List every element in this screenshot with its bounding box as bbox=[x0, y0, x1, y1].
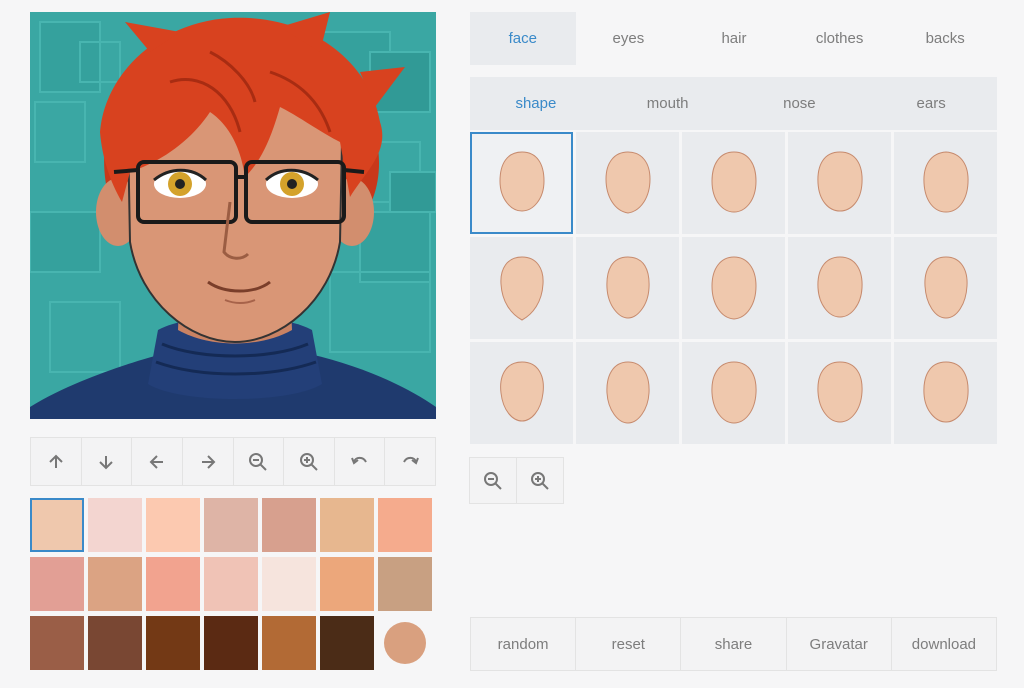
face-shape-icon bbox=[710, 151, 757, 213]
rotate-right-button[interactable] bbox=[385, 438, 435, 485]
skin-swatch[interactable] bbox=[320, 498, 374, 552]
face-shape-option[interactable] bbox=[576, 342, 679, 444]
arrow-left-icon bbox=[149, 454, 164, 469]
zoom-out-icon bbox=[484, 471, 502, 490]
grid-zoom-in-button[interactable] bbox=[516, 457, 564, 504]
face-shape-icon bbox=[499, 256, 544, 321]
skin-swatch[interactable] bbox=[146, 616, 200, 670]
face-shape-option[interactable] bbox=[788, 237, 891, 339]
face-shape-option[interactable] bbox=[788, 342, 891, 444]
subtab-mouth[interactable]: mouth bbox=[602, 77, 734, 130]
download-button[interactable]: download bbox=[892, 618, 996, 670]
skin-swatch-circle bbox=[384, 622, 426, 664]
move-down-button[interactable] bbox=[82, 438, 133, 485]
skin-swatch[interactable] bbox=[320, 557, 374, 611]
face-shape-icon bbox=[816, 361, 863, 423]
move-right-button[interactable] bbox=[183, 438, 234, 485]
skin-swatch[interactable] bbox=[204, 557, 258, 611]
face-shape-grid bbox=[470, 132, 997, 444]
skin-swatch[interactable] bbox=[204, 616, 258, 670]
category-tabs: face eyes hair clothes backs bbox=[470, 12, 998, 65]
face-shape-icon bbox=[710, 256, 757, 320]
face-shape-option[interactable] bbox=[894, 132, 997, 234]
skin-swatch[interactable] bbox=[378, 616, 432, 670]
arrow-up-icon bbox=[49, 454, 63, 468]
arrow-down-icon bbox=[99, 455, 114, 469]
skin-swatch[interactable] bbox=[378, 498, 432, 552]
face-shape-icon bbox=[816, 151, 863, 212]
reset-button[interactable]: reset bbox=[576, 618, 682, 670]
face-shape-icon bbox=[710, 361, 757, 424]
move-left-button[interactable] bbox=[132, 438, 183, 485]
face-shape-option[interactable] bbox=[470, 132, 573, 234]
grid-zoom-out-button[interactable] bbox=[469, 457, 517, 504]
subtab-nose[interactable]: nose bbox=[734, 77, 866, 130]
tab-eyes[interactable]: eyes bbox=[576, 12, 682, 65]
subtab-shape[interactable]: shape bbox=[470, 77, 602, 130]
face-shape-option[interactable] bbox=[894, 237, 997, 339]
skin-swatch[interactable] bbox=[146, 498, 200, 552]
tab-clothes[interactable]: clothes bbox=[787, 12, 893, 65]
skin-swatch[interactable] bbox=[262, 557, 316, 611]
face-shape-option[interactable] bbox=[682, 342, 785, 444]
face-shape-option[interactable] bbox=[682, 237, 785, 339]
avatar-zoom-out-button[interactable] bbox=[234, 438, 285, 485]
skin-swatch[interactable] bbox=[146, 557, 200, 611]
zoom-out-icon bbox=[249, 452, 268, 471]
arrow-right-icon bbox=[201, 454, 216, 469]
move-up-button[interactable] bbox=[31, 438, 82, 485]
skin-swatch[interactable] bbox=[30, 498, 84, 552]
face-shape-icon bbox=[604, 151, 651, 214]
skin-swatch[interactable] bbox=[262, 498, 316, 552]
face-shape-icon bbox=[816, 256, 863, 318]
avatar-preview bbox=[30, 12, 436, 419]
avatar-illustration bbox=[30, 12, 436, 419]
face-shape-option[interactable] bbox=[788, 132, 891, 234]
skin-swatch[interactable] bbox=[262, 616, 316, 670]
tab-face[interactable]: face bbox=[470, 12, 576, 65]
face-shape-icon bbox=[498, 151, 545, 212]
face-shape-option[interactable] bbox=[576, 237, 679, 339]
rotate-left-button[interactable] bbox=[335, 438, 386, 485]
rotate-right-icon bbox=[403, 456, 420, 465]
zoom-in-icon bbox=[531, 471, 549, 490]
skin-swatch[interactable] bbox=[30, 557, 84, 611]
zoom-in-icon bbox=[299, 452, 318, 471]
skin-color-palette bbox=[30, 498, 436, 670]
face-shape-icon bbox=[923, 256, 968, 319]
face-subtabs: shape mouth nose ears bbox=[470, 77, 997, 130]
tab-backs[interactable]: backs bbox=[892, 12, 998, 65]
skin-swatch[interactable] bbox=[88, 557, 142, 611]
face-shape-option[interactable] bbox=[470, 237, 573, 339]
skin-swatch[interactable] bbox=[30, 616, 84, 670]
face-shape-option[interactable] bbox=[470, 342, 573, 444]
face-shape-option[interactable] bbox=[894, 342, 997, 444]
skin-swatch[interactable] bbox=[88, 616, 142, 670]
skin-swatch[interactable] bbox=[378, 557, 432, 611]
subtab-ears[interactable]: ears bbox=[865, 77, 997, 130]
share-button[interactable]: share bbox=[681, 618, 787, 670]
avatar-zoom-in-button[interactable] bbox=[284, 438, 335, 485]
tab-hair[interactable]: hair bbox=[681, 12, 787, 65]
action-bar: random reset share Gravatar download bbox=[470, 617, 997, 671]
gravatar-button[interactable]: Gravatar bbox=[787, 618, 892, 670]
avatar-controls bbox=[30, 437, 436, 486]
face-shape-icon bbox=[605, 361, 650, 424]
rotate-left-icon bbox=[350, 456, 367, 465]
face-shape-icon bbox=[922, 151, 969, 213]
face-shape-option[interactable] bbox=[682, 132, 785, 234]
skin-swatch[interactable] bbox=[204, 498, 258, 552]
skin-swatch[interactable] bbox=[88, 498, 142, 552]
face-shape-option[interactable] bbox=[576, 132, 679, 234]
grid-zoom-controls bbox=[469, 457, 564, 504]
random-button[interactable]: random bbox=[471, 618, 577, 670]
face-shape-icon bbox=[922, 361, 969, 423]
face-shape-icon bbox=[499, 361, 544, 422]
face-shape-icon bbox=[605, 256, 650, 319]
skin-swatch[interactable] bbox=[320, 616, 374, 670]
